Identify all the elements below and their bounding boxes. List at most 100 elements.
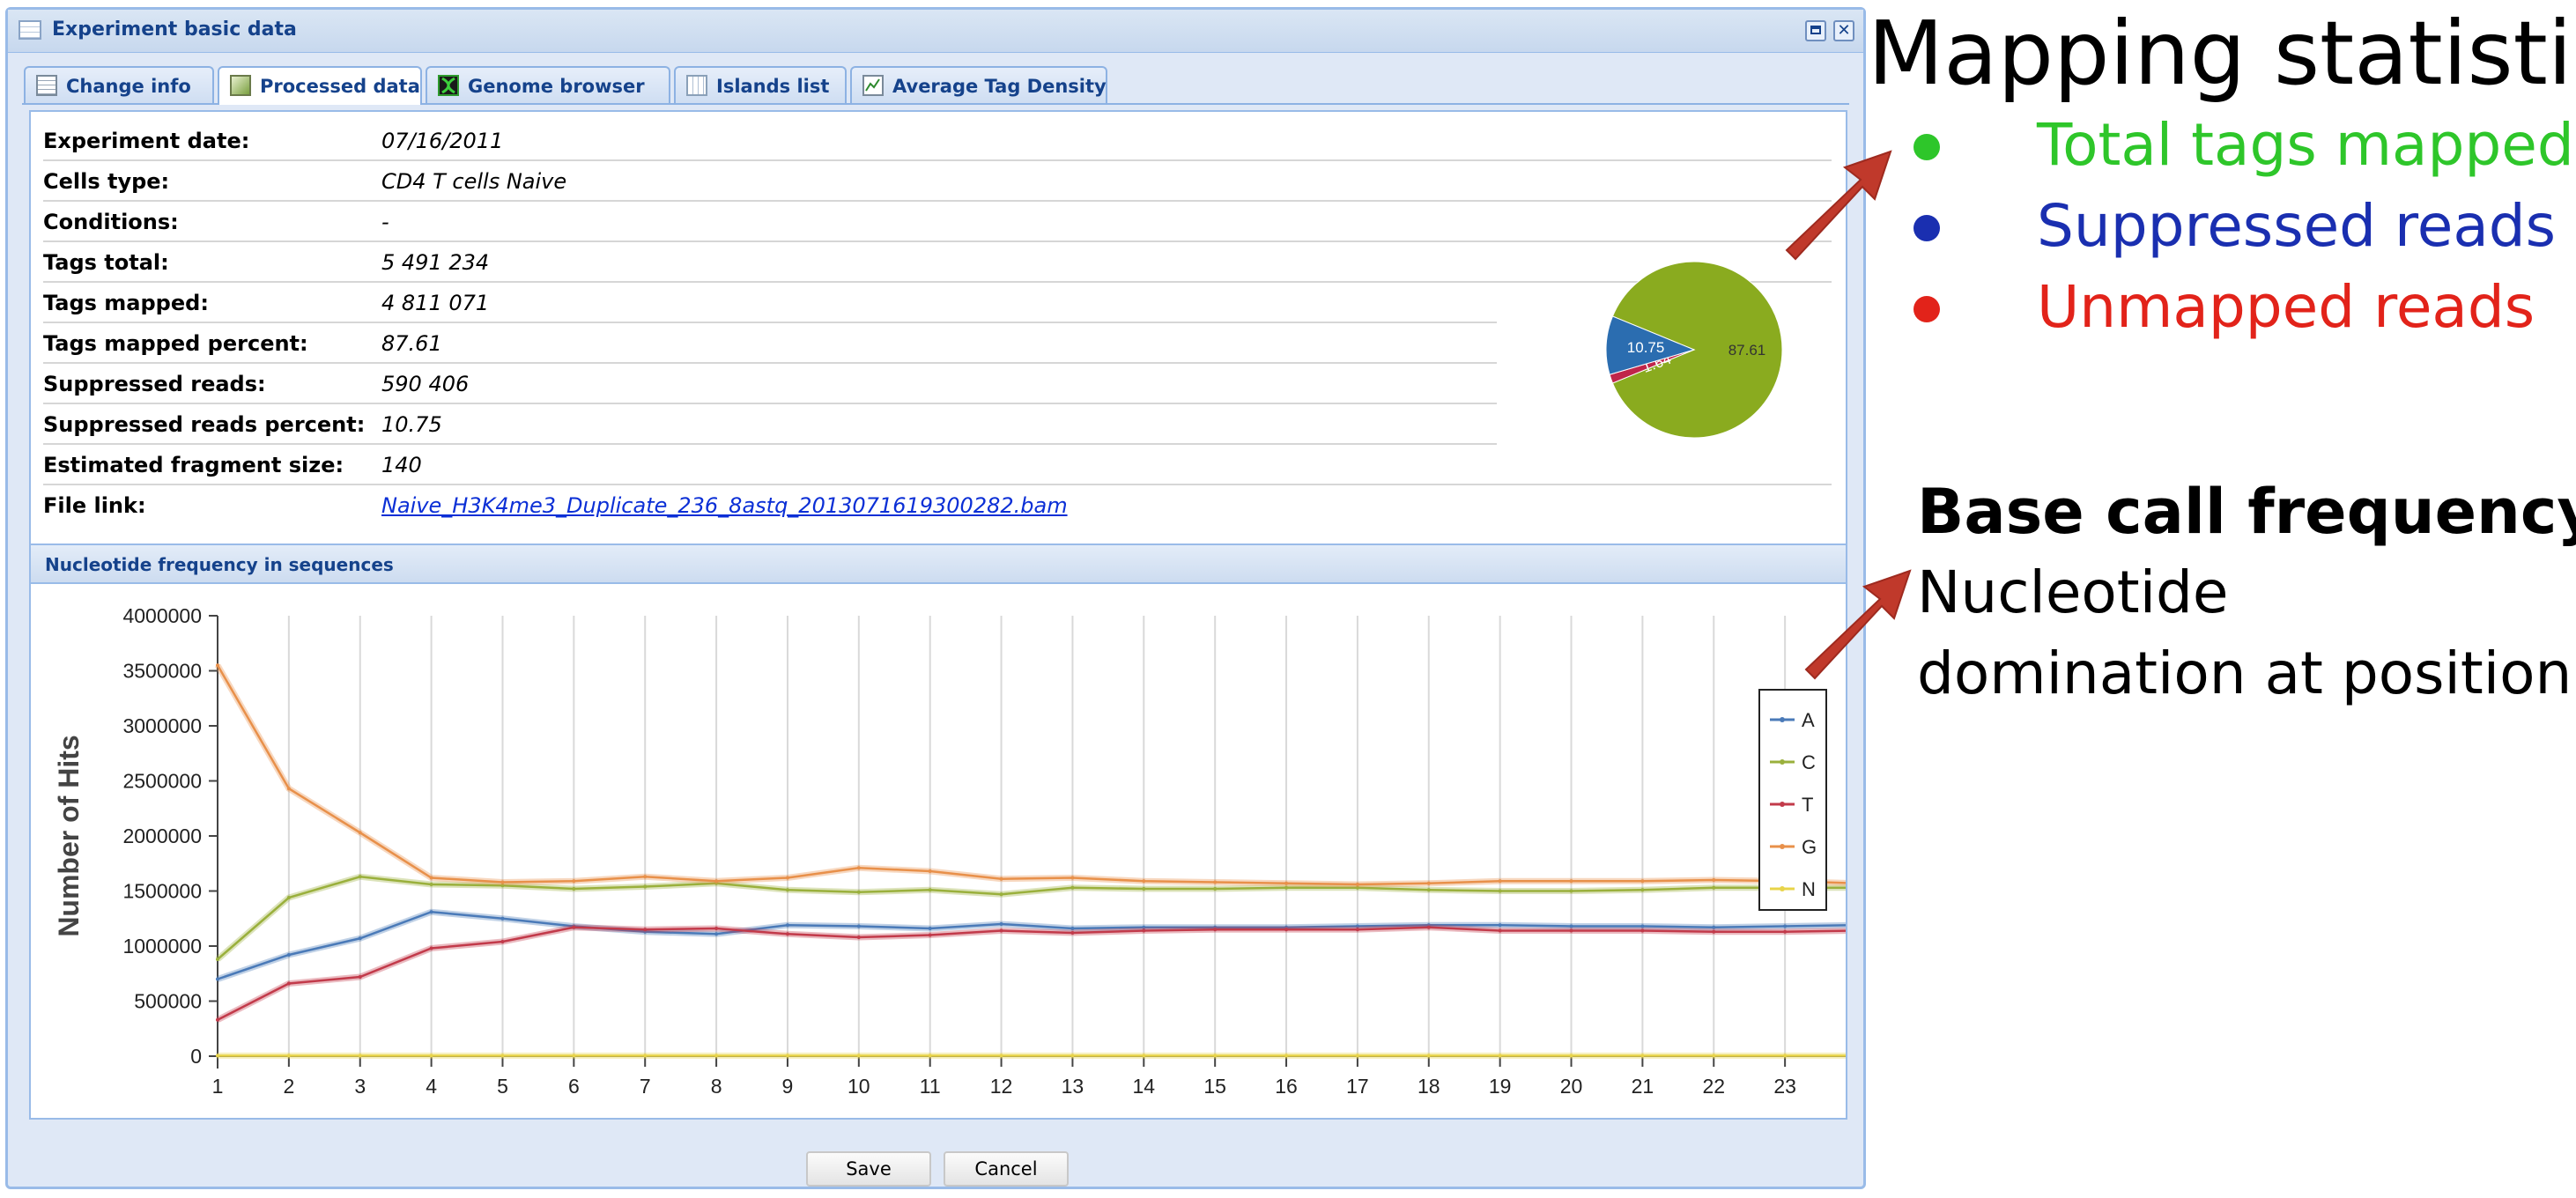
info-row-file-link: File link: Naive_H3K4me3_Duplicate_236_8…: [43, 485, 1832, 524]
maximize-icon[interactable]: [1805, 20, 1826, 41]
data-point: [500, 916, 505, 921]
tab-genome-browser[interactable]: Genome browser: [426, 66, 670, 103]
section-header: Nucleotide frequency in sequences: [31, 544, 1846, 584]
info-row-fragment-size: Estimated fragment size: 140: [43, 445, 1832, 485]
info-value: CD4 T cells Naive: [381, 169, 567, 194]
pie-slice-label: 87.61: [1728, 342, 1766, 359]
bullet-total-tags: [1913, 134, 1940, 160]
legend-total-tags: Total tags mapped: [2037, 111, 2574, 179]
y-tick-label: 2000000: [122, 825, 202, 847]
data-point: [1569, 879, 1573, 884]
dna-icon: [438, 75, 459, 96]
info-label: Conditions:: [43, 210, 179, 234]
tab-processed-data[interactable]: Processed data: [218, 66, 422, 105]
legend-label: C: [1802, 751, 1816, 773]
data-point: [1142, 879, 1146, 884]
tab-change-info[interactable]: Change info: [24, 66, 214, 103]
data-point: [1498, 928, 1502, 933]
data-point: [999, 876, 1003, 881]
legend-marker: [1780, 759, 1785, 765]
table-icon: [19, 20, 41, 40]
data-point: [216, 977, 219, 981]
data-point: [429, 946, 433, 950]
x-tick-label: 16: [1275, 1075, 1298, 1098]
grid-icon: [686, 75, 707, 96]
data-point: [928, 933, 932, 937]
data-point: [1284, 928, 1289, 932]
data-point: [1426, 1054, 1431, 1058]
data-point: [1569, 1054, 1573, 1058]
data-point: [714, 879, 719, 884]
data-point: [856, 924, 861, 928]
data-point: [358, 831, 362, 835]
info-value: 4 811 071: [381, 291, 490, 315]
legend-unmapped-reads: Unmapped reads: [2037, 273, 2535, 341]
legend-label: T: [1802, 794, 1813, 816]
edit-icon: [36, 75, 57, 96]
info-label: Suppressed reads percent:: [43, 412, 366, 437]
nucleotide-line-chart: 0 500000 1000000 1500000 2000000 2500000 30000…: [53, 604, 1846, 1098]
info-value: 10.75: [381, 412, 442, 437]
data-point: [714, 927, 719, 930]
data-point: [1426, 925, 1431, 929]
tab-label: Genome browser: [468, 76, 645, 97]
data-point: [1426, 888, 1431, 892]
data-point: [1640, 928, 1645, 933]
info-label: Suppressed reads:: [43, 372, 266, 396]
data-point: [1142, 928, 1146, 933]
data-point: [1498, 923, 1502, 928]
x-tick-label: 19: [1489, 1075, 1512, 1098]
series-line-t: [217, 926, 1846, 1021]
close-icon[interactable]: ✕: [1833, 20, 1854, 41]
chart-icon: [862, 75, 884, 96]
data-point: [500, 1054, 505, 1058]
data-point: [1284, 885, 1289, 890]
window-header[interactable]: Experiment basic data ✕: [8, 10, 1863, 53]
series-line-g: [216, 664, 1846, 886]
info-row-suppressed-reads: Suppressed reads: 590 406: [43, 364, 1497, 404]
data-point: [358, 936, 362, 941]
info-row-tags-mapped: Tags mapped: 4 811 071: [43, 283, 1497, 323]
data-point: [856, 935, 861, 939]
info-label: Cells type:: [43, 169, 170, 194]
file-link[interactable]: Naive_H3K4me3_Duplicate_236_8astq_201307…: [381, 493, 1068, 518]
info-row-tags-total: Tags total: 5 491 234: [43, 242, 1832, 283]
legend-label: A: [1802, 709, 1815, 731]
section-title: Nucleotide frequency in sequences: [45, 554, 394, 575]
data-point: [1142, 887, 1146, 891]
data-point: [643, 1054, 648, 1058]
data-point: [928, 869, 932, 873]
legend-suppressed-reads: Suppressed reads: [2037, 192, 2557, 260]
x-tick-label: 5: [497, 1075, 508, 1098]
y-tick-label: 2500000: [122, 770, 202, 793]
base-call-title: Base call frequency: [1917, 476, 2576, 548]
info-row-cells-type: Cells type: CD4 T cells Naive: [43, 161, 1832, 202]
data-point: [286, 1054, 291, 1058]
x-tick-label: 17: [1346, 1075, 1369, 1098]
x-tick-label: 7: [640, 1075, 651, 1098]
info-label: File link:: [43, 493, 146, 518]
cancel-button[interactable]: Cancel: [944, 1151, 1069, 1187]
data-point: [1640, 924, 1645, 928]
data-point: [928, 927, 932, 930]
data-point: [1284, 881, 1289, 885]
data-point: [500, 940, 505, 943]
data-point: [785, 876, 789, 880]
bullet-suppressed-reads: [1913, 215, 1940, 241]
x-tick-label: 24: [1845, 1075, 1846, 1098]
x-tick-label: 15: [1203, 1075, 1226, 1098]
legend-marker: [1780, 886, 1785, 891]
data-point: [1783, 929, 1788, 934]
save-button[interactable]: Save: [806, 1151, 931, 1187]
legend-marker: [1780, 717, 1785, 722]
x-tick-label: 8: [711, 1075, 722, 1098]
legend-marker: [1780, 802, 1785, 807]
data-point: [1070, 927, 1075, 930]
data-point: [643, 928, 648, 932]
data-point: [286, 953, 291, 957]
tab-islands-list[interactable]: Islands list: [674, 66, 847, 103]
data-point: [429, 876, 433, 880]
legend-label: N: [1802, 878, 1816, 900]
tab-average-tag-density[interactable]: Average Tag Density: [850, 66, 1107, 103]
data-point: [1712, 878, 1716, 882]
